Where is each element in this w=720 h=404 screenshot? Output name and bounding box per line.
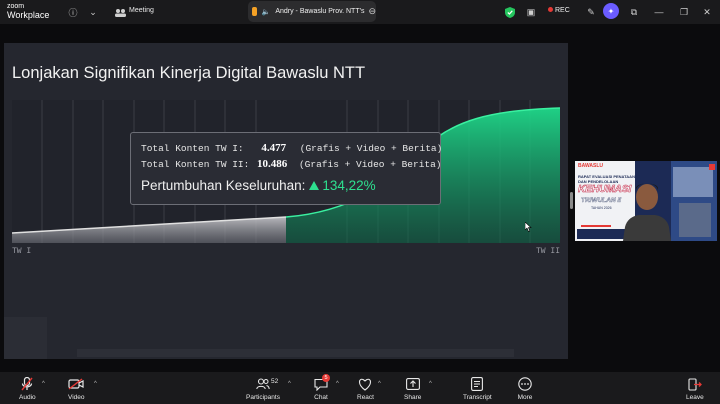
x-label-start: TW I bbox=[12, 247, 32, 256]
meeting-label[interactable]: Meeting bbox=[129, 7, 154, 14]
summary-box: Total Konten TW I: 4.477 (Grafis + Video… bbox=[130, 132, 442, 205]
shield-icon[interactable] bbox=[503, 5, 517, 19]
mic-muted-icon bbox=[19, 376, 35, 392]
transcript-button[interactable]: Transcript bbox=[463, 376, 492, 401]
info-icon[interactable]: ⓘ bbox=[66, 5, 80, 19]
row1-note: (Grafis + Video + Berita) bbox=[299, 143, 443, 154]
heart-icon bbox=[357, 376, 373, 392]
popout-icon[interactable]: ⧉ bbox=[627, 5, 641, 19]
meeting-toolbar: Audio ^ Video ^ Participants 52 ^ 5 Chat… bbox=[0, 372, 720, 404]
logo-line2: Workplace bbox=[7, 10, 50, 20]
growth-label: Pertumbuhan Keseluruhan: bbox=[141, 178, 306, 193]
camera-off-icon bbox=[68, 376, 84, 392]
chat-options-chevron-icon[interactable]: ^ bbox=[336, 381, 339, 387]
participants-options-chevron-icon[interactable]: ^ bbox=[288, 381, 291, 387]
leave-icon bbox=[687, 376, 703, 392]
rec-dot-icon bbox=[548, 7, 553, 12]
panel-resize-handle[interactable] bbox=[570, 192, 573, 209]
pen-icon[interactable]: ✎ bbox=[584, 5, 598, 19]
share-label: Share bbox=[404, 394, 422, 401]
rec-label: REC bbox=[555, 7, 570, 14]
video-headline: KEHUMASI bbox=[578, 184, 632, 196]
mouse-cursor-icon bbox=[525, 222, 532, 232]
audio-label: Audio bbox=[19, 394, 36, 401]
video-subheadline: TRIWULAN II bbox=[581, 197, 622, 204]
record-status-icon[interactable]: ▣ bbox=[524, 5, 538, 19]
audio-button[interactable]: Audio bbox=[19, 376, 36, 401]
chat-button[interactable]: 5 Chat bbox=[313, 374, 330, 401]
speaker-icon: 🔈 bbox=[261, 8, 271, 16]
participants-icon bbox=[255, 376, 271, 392]
participants-count: 52 bbox=[271, 378, 279, 385]
recording-indicator[interactable]: REC bbox=[548, 7, 570, 14]
share-screen-icon bbox=[405, 376, 421, 392]
growth-summary: Pertumbuhan Keseluruhan: 134,22% bbox=[141, 178, 376, 193]
share-button[interactable]: Share bbox=[404, 376, 421, 401]
audio-options-chevron-icon[interactable]: ^ bbox=[42, 381, 45, 387]
row2-label: Total Konten TW II: bbox=[141, 159, 250, 170]
x-label-end: TW II bbox=[536, 247, 561, 256]
restore-icon[interactable]: ❐ bbox=[677, 5, 691, 19]
info-row-tw2: Total Konten TW II: 10.486 (Grafis + Vid… bbox=[141, 158, 442, 170]
chat-label: Chat bbox=[314, 394, 328, 401]
chat-unread-badge: 5 bbox=[322, 374, 330, 382]
react-label: React bbox=[357, 394, 374, 401]
more-label: More bbox=[517, 394, 533, 401]
row2-value: 10.486 bbox=[257, 158, 288, 170]
growth-value: 134,22% bbox=[322, 178, 376, 193]
share-source-name: Andry - Bawaslu Prov. NTT's bbox=[275, 8, 365, 15]
zoom-window: zoom Workplace ⓘ ⌄ Meeting 🔈 Andry - Baw… bbox=[0, 0, 720, 404]
video-options-chevron-icon[interactable]: ^ bbox=[94, 381, 97, 387]
meeting-icon[interactable] bbox=[113, 5, 127, 19]
transcript-label: Transcript bbox=[463, 394, 492, 401]
up-arrow-icon bbox=[309, 181, 320, 190]
react-options-chevron-icon[interactable]: ^ bbox=[378, 381, 381, 387]
slide-title: Lonjakan Signifikan Kinerja Digital Bawa… bbox=[12, 64, 366, 82]
participant-video-tile[interactable]: BAWASLU RAPAT EVALUASI PENATAAN DAN PEND… bbox=[575, 161, 717, 241]
ai-companion-icon[interactable]: ✦ bbox=[603, 3, 619, 19]
row2-note: (Grafis + Video + Berita) bbox=[298, 159, 442, 170]
presentation-icon bbox=[252, 7, 257, 16]
minimize-icon[interactable]: — bbox=[652, 5, 666, 19]
chevron-down-icon[interactable]: ⌄ bbox=[86, 5, 100, 19]
share-options-chevron-icon[interactable]: ^ bbox=[429, 381, 432, 387]
row1-value: 4.477 bbox=[261, 142, 287, 154]
video-button[interactable]: Video bbox=[68, 376, 85, 401]
slide-bottom-bar bbox=[77, 349, 514, 357]
shared-screen: Lonjakan Signifikan Kinerja Digital Bawa… bbox=[4, 43, 568, 359]
chat-icon: 5 bbox=[313, 374, 330, 392]
zoom-logo: zoom Workplace bbox=[7, 3, 50, 20]
close-icon[interactable]: ✕ bbox=[700, 5, 714, 19]
video-caption: RAPAT EVALUASI PENATAAN DAN PENDELOLAAN bbox=[578, 174, 635, 184]
video-year: TAHUN 2026 bbox=[591, 206, 612, 210]
react-button[interactable]: React bbox=[357, 376, 374, 401]
more-icon bbox=[517, 376, 533, 392]
row1-label: Total Konten TW I: bbox=[141, 143, 244, 154]
video-label: Video bbox=[68, 394, 85, 401]
video-org-label: BAWASLU bbox=[578, 163, 603, 169]
options-icon[interactable]: ⊖ bbox=[368, 6, 376, 17]
transcript-icon bbox=[469, 376, 485, 392]
leave-button[interactable]: Leave bbox=[686, 376, 704, 401]
participants-label: Participants bbox=[246, 394, 280, 401]
slide-panel-left bbox=[4, 317, 47, 359]
info-row-tw1: Total Konten TW I: 4.477 (Grafis + Video… bbox=[141, 142, 442, 154]
title-bar: zoom Workplace ⓘ ⌄ Meeting 🔈 Andry - Baw… bbox=[0, 0, 720, 24]
more-button[interactable]: More bbox=[517, 376, 533, 401]
leave-label: Leave bbox=[686, 394, 704, 401]
share-source-tab[interactable]: 🔈 Andry - Bawaslu Prov. NTT's ⊖ bbox=[248, 1, 376, 22]
